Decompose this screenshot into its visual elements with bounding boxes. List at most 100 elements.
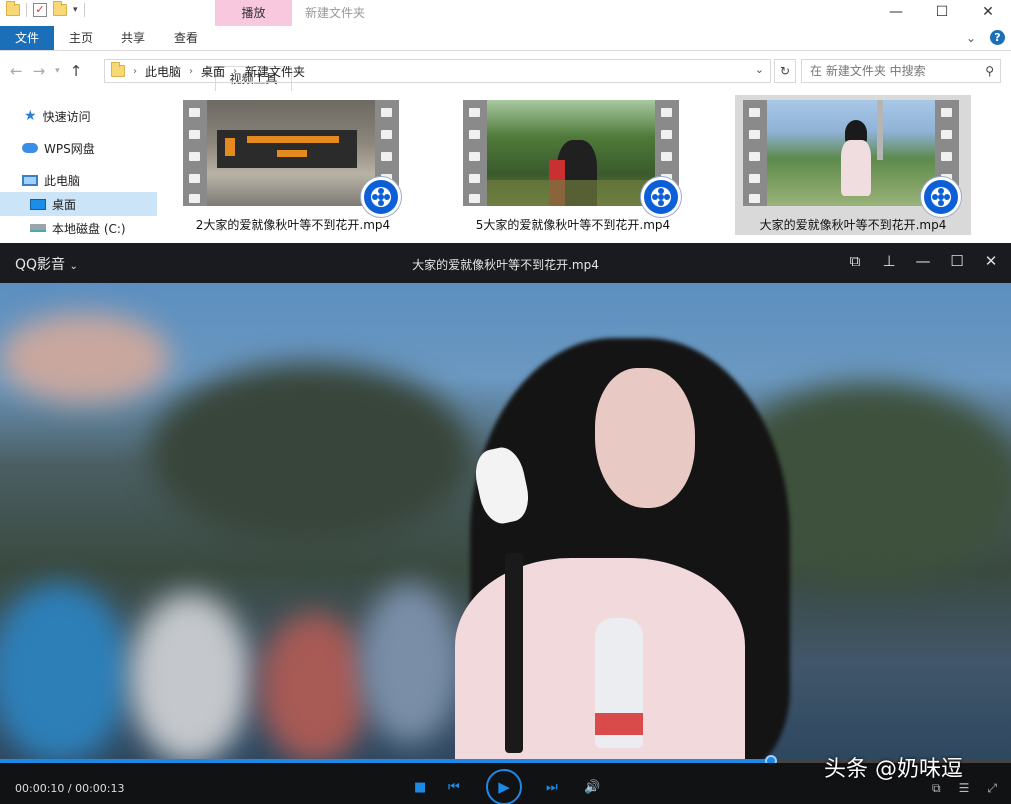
watermark: 头条 @奶味逗	[824, 757, 963, 782]
breadcrumb-new-folder[interactable]: 新建文件夹	[245, 63, 305, 80]
qq-player-window: QQ影音 ⌄ 大家的爱就像秋叶等不到花开.mp4 ⧉ ⊥ — ☐ ✕ 00:00…	[0, 243, 1011, 804]
background-building	[0, 313, 170, 403]
stop-button[interactable]: ■	[414, 780, 426, 795]
address-dropdown-icon[interactable]: ⌄	[755, 63, 764, 76]
nav-item-label: 快速访问	[42, 109, 91, 124]
background-person	[360, 583, 460, 743]
film-strip	[463, 100, 487, 206]
next-button[interactable]: ⏭	[546, 780, 558, 795]
nav-item-label: WPS网盘	[44, 141, 95, 156]
back-arrow-icon[interactable]: ←	[10, 62, 23, 80]
screenshot-icon[interactable]: ⧉	[932, 781, 941, 796]
nav-item-label: 本地磁盘 (C:)	[52, 221, 126, 236]
title-bar: ✓ ▾ 播放 新建文件夹 — ☐ ✕	[0, 0, 1011, 26]
film-strip	[183, 100, 207, 206]
tab-share[interactable]: 共享	[108, 26, 158, 50]
navigation-pane: ★ 快速访问 WPS网盘 此电脑 桌面 本地磁盘 (C:)	[0, 100, 157, 243]
background-person	[0, 583, 130, 759]
maximize-icon[interactable]: ☐	[949, 252, 965, 272]
file-name[interactable]: 5大家的爱就像秋叶等不到花开.mp4	[455, 216, 691, 233]
screenshot-icon[interactable]: ⧉	[847, 252, 863, 272]
volume-icon[interactable]: 🔊	[584, 780, 600, 795]
file-name[interactable]: 大家的爱就像秋叶等不到花开.mp4	[735, 216, 971, 233]
qq-player-icon	[641, 177, 681, 217]
breadcrumb-this-pc[interactable]: 此电脑	[145, 63, 181, 80]
close-icon[interactable]: ✕	[983, 252, 999, 272]
folder-icon	[111, 62, 125, 77]
background-trees	[150, 363, 470, 543]
previous-button[interactable]: ⏮	[448, 780, 460, 795]
maximize-button[interactable]: ☐	[919, 0, 965, 24]
ribbon-tabs: 文件 主页 共享 查看 视频工具 ⌄ ?	[0, 26, 1011, 91]
ribbon-right-controls: ⌄ ?	[966, 30, 1005, 45]
chevron-right-icon[interactable]: ›	[133, 66, 137, 77]
up-arrow-icon[interactable]: ↑	[70, 62, 83, 80]
play-button[interactable]: ▶	[486, 769, 522, 804]
qq-player-icon	[361, 177, 401, 217]
refresh-button[interactable]: ↻	[774, 59, 796, 83]
nav-item-label: 此电脑	[44, 173, 81, 188]
fullscreen-icon[interactable]: ⤢	[987, 781, 997, 796]
girl-face	[595, 368, 695, 508]
chevron-right-icon[interactable]: ›	[233, 66, 237, 77]
background-person	[130, 593, 250, 759]
player-right-controls: ⧉ ☰ ⤢	[932, 781, 997, 796]
folder-icon[interactable]	[6, 1, 20, 16]
nav-item-quick-access[interactable]: ★ 快速访问	[0, 104, 157, 128]
desktop-icon	[30, 198, 46, 210]
thumbnail-frame	[207, 100, 375, 206]
chevron-down-icon[interactable]: ▾	[73, 5, 78, 15]
player-title-bar: QQ影音 ⌄ 大家的爱就像秋叶等不到花开.mp4 ⧉ ⊥ — ☐ ✕	[0, 243, 1011, 283]
navigation-bar: ← → ▾ ↑ › 此电脑 › 桌面 › 新建文件夹 ⌄ ↻ 在 新建文件夹 中…	[0, 55, 1011, 87]
film-strip	[743, 100, 767, 206]
star-icon: ★	[24, 108, 37, 124]
minimize-icon[interactable]: —	[915, 252, 931, 272]
search-placeholder: 在 新建文件夹 中搜索	[810, 64, 926, 78]
thumbnail-frame	[487, 100, 655, 206]
player-window-controls: ⧉ ⊥ — ☐ ✕	[847, 252, 999, 272]
nav-item-local-disk[interactable]: 本地磁盘 (C:)	[0, 216, 157, 240]
quick-access-toolbar: ✓ ▾	[6, 1, 85, 17]
window-controls: — ☐ ✕	[873, 0, 1011, 24]
video-frame[interactable]	[0, 283, 1011, 759]
breadcrumb-desktop[interactable]: 桌面	[201, 63, 225, 80]
background-person	[260, 613, 370, 759]
properties-icon[interactable]: ✓	[33, 3, 47, 17]
tab-home[interactable]: 主页	[54, 26, 108, 50]
new-folder-icon[interactable]	[53, 1, 67, 16]
toolbar-divider	[83, 3, 85, 17]
playback-time: 00:00:10 / 00:00:13	[15, 782, 125, 795]
thumbnail-frame	[767, 100, 935, 206]
file-item-selected[interactable]: 大家的爱就像秋叶等不到花开.mp4	[735, 95, 971, 235]
recent-dropdown-icon[interactable]: ▾	[55, 66, 60, 76]
search-icon[interactable]: ⚲	[985, 60, 994, 82]
file-item[interactable]: 5大家的爱就像秋叶等不到花开.mp4	[455, 95, 691, 235]
file-explorer-window: ✓ ▾ 播放 新建文件夹 — ☐ ✕ 文件 主页 共享 查看 视频工具 ⌄ ? …	[0, 0, 1011, 243]
tab-view[interactable]: 查看	[160, 26, 212, 50]
nav-item-this-pc[interactable]: 此电脑	[0, 168, 157, 192]
minimize-button[interactable]: —	[873, 0, 919, 24]
context-tab-play[interactable]: 播放	[215, 0, 292, 26]
toolbar-divider	[26, 3, 27, 17]
search-input[interactable]: 在 新建文件夹 中搜索 ⚲	[801, 59, 1001, 83]
nav-item-desktop[interactable]: 桌面	[0, 192, 157, 216]
pin-icon[interactable]: ⊥	[881, 252, 897, 272]
nav-arrows: ← → ▾ ↑	[10, 62, 82, 80]
computer-icon	[22, 174, 38, 186]
file-item[interactable]: 2大家的爱就像秋叶等不到花开.mp4	[175, 95, 411, 235]
tab-file[interactable]: 文件	[0, 26, 54, 50]
cloud-icon	[22, 143, 38, 153]
chevron-right-icon[interactable]: ›	[189, 66, 193, 77]
window-title: 新建文件夹	[305, 6, 366, 20]
settings-icon[interactable]: ☰	[959, 781, 970, 796]
nav-item-wps-drive[interactable]: WPS网盘	[0, 136, 157, 160]
file-name[interactable]: 2大家的爱就像秋叶等不到花开.mp4	[175, 216, 411, 233]
address-bar[interactable]: › 此电脑 › 桌面 › 新建文件夹 ⌄	[104, 59, 771, 83]
close-button[interactable]: ✕	[965, 0, 1011, 24]
expand-ribbon-icon[interactable]: ⌄	[966, 31, 976, 45]
forward-arrow-icon[interactable]: →	[33, 62, 46, 80]
bag-strap	[505, 553, 523, 753]
drive-icon	[30, 224, 46, 232]
help-icon[interactable]: ?	[990, 30, 1005, 45]
nav-item-label: 桌面	[52, 197, 77, 212]
